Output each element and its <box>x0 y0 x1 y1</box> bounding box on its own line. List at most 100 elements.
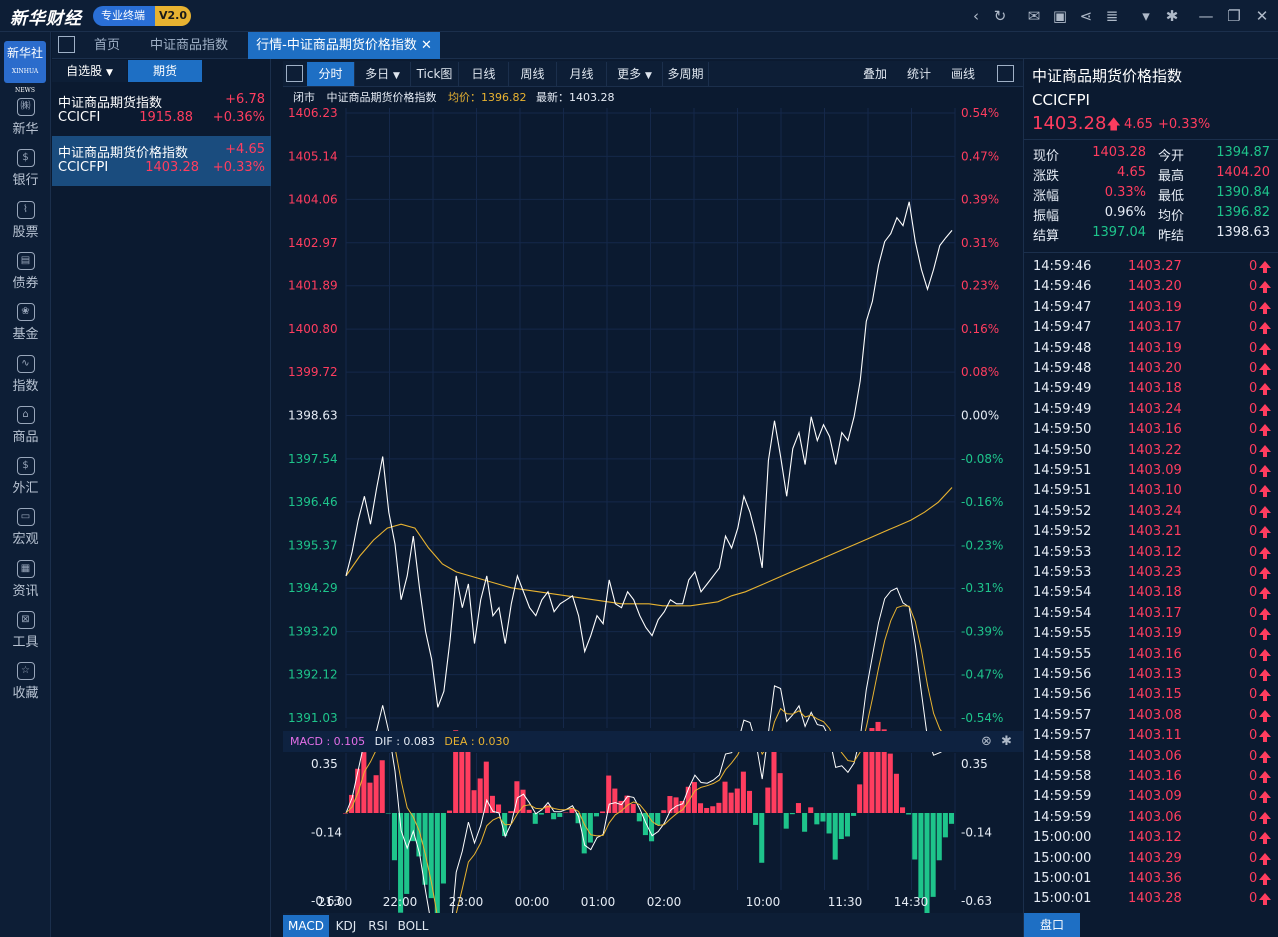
macd-bar <box>361 752 367 813</box>
tick-row: 14:59:49 1403.18 0 <box>1024 379 1278 399</box>
sidebar-item-3[interactable]: ▤ 债券 <box>0 246 51 296</box>
gear-icon[interactable]: ✱ <box>1162 6 1182 26</box>
close-tab-icon[interactable]: ✕ <box>421 38 432 53</box>
arrow-up-icon <box>1259 322 1271 335</box>
tick-row: 14:59:50 1403.22 0 <box>1024 441 1278 461</box>
x-tick-label: 21:00 <box>318 895 353 909</box>
minimize-icon[interactable]: — <box>1196 6 1216 26</box>
arrow-up-icon <box>1259 852 1271 865</box>
macd-bar <box>851 813 857 816</box>
btn-tick[interactable]: Tick图 <box>411 62 459 86</box>
restore-icon[interactable]: ❐ <box>1224 6 1244 26</box>
sidebar-item-9[interactable]: ▦ 资讯 <box>0 554 51 604</box>
quote-panel: 中证商品期货价格指数 CCICFPI 1403.28🡅 4.65 +0.33% … <box>1023 59 1278 937</box>
pct-tick-label: -0.54% <box>961 711 1003 725</box>
tab-kdj[interactable]: KDJ <box>331 915 361 937</box>
pct-tick-label: 0.16% <box>961 322 999 336</box>
y-tick-label: 1402.97 <box>288 236 338 250</box>
tab-home[interactable]: 首页 <box>84 32 130 59</box>
arrow-up-icon <box>1259 465 1271 477</box>
macd-bar <box>630 803 636 813</box>
macd-bar <box>587 813 593 843</box>
macd-bar <box>477 778 483 813</box>
btn-draw[interactable]: 画线 <box>941 62 985 86</box>
macd-bar <box>342 813 349 814</box>
back-icon[interactable]: ‹ <box>966 6 986 26</box>
btn-monthly[interactable]: 月线 <box>557 62 607 86</box>
y-tick-label: 1391.03 <box>288 711 338 725</box>
y-tick-label: 1401.89 <box>288 279 338 293</box>
shirt-icon[interactable]: ▾ <box>1136 6 1156 26</box>
tick-row: 14:59:48 1403.19 0 <box>1024 339 1278 359</box>
watch-item-selected[interactable]: 中证商品期货价格指数 +4.65 CCICFPI 1403.28 +0.33% <box>52 136 271 186</box>
panel-toggle-icon[interactable] <box>997 65 1014 82</box>
tab-macd[interactable]: MACD <box>283 915 329 937</box>
sidebar-toggle-icon[interactable] <box>286 65 303 82</box>
refresh-icon[interactable]: ↻ <box>990 6 1010 26</box>
quote-price: 1403.28🡅 <box>1032 113 1121 134</box>
close-circle-icon[interactable]: ⊗ <box>981 731 992 752</box>
tab-futures[interactable]: 期货 <box>128 60 202 82</box>
pct-tick-label: -0.39% <box>961 625 1003 639</box>
y-tick-label: 1405.14 <box>288 149 338 163</box>
btn-more[interactable]: 更多 ▼ <box>607 62 663 86</box>
tick-row: 14:59:47 1403.17 0 <box>1024 318 1278 338</box>
macd-bar <box>685 786 691 813</box>
y-tick-label: 1400.80 <box>288 322 338 336</box>
y-tick-label: 1396.46 <box>288 495 338 509</box>
sidebar-item-11[interactable]: ☆ 收藏 <box>0 656 51 706</box>
watch-item[interactable]: 中证商品期货指数 +6.78 CCICFI 1915.88 +0.36% <box>52 86 271 136</box>
macd-bar <box>765 787 771 813</box>
btn-overlay[interactable]: 叠加 <box>853 62 897 86</box>
nav-icon: ▭ <box>16 508 35 527</box>
sidebar-item-10[interactable]: ⊠ 工具 <box>0 605 51 655</box>
btn-multi-period[interactable]: 多周期 <box>663 62 709 86</box>
btn-multiday[interactable]: 多日 ▼ <box>355 62 411 86</box>
tick-row: 14:59:51 1403.10 0 <box>1024 481 1278 501</box>
sidebar-item-4[interactable]: ❀ 基金 <box>0 297 51 347</box>
tick-row: 14:59:59 1403.09 0 <box>1024 787 1278 807</box>
tab-self-selected[interactable]: 自选股 ▼ <box>52 60 127 82</box>
tick-row: 14:59:57 1403.08 0 <box>1024 706 1278 726</box>
intraday-chart[interactable]: 1406.23 0.54% 1405.14 0.47% 1404.06 0.39% 1402… <box>283 108 1023 913</box>
sidebar-item-0[interactable]: ㈱新华 <box>0 92 51 142</box>
macd-bar <box>838 813 844 840</box>
sidebar-item-8[interactable]: ▭ 宏观 <box>0 502 51 552</box>
arrow-up-icon: 🡅 <box>1106 117 1121 133</box>
btn-stats[interactable]: 统计 <box>897 62 941 86</box>
mail-icon[interactable]: ✉ <box>1024 6 1044 26</box>
message-icon[interactable]: ▣ <box>1050 6 1070 26</box>
macd-bar <box>795 803 801 813</box>
tick-row: 14:59:50 1403.16 0 <box>1024 420 1278 440</box>
arrow-up-icon <box>1259 648 1271 661</box>
btn-intraday[interactable]: 分时 <box>307 62 355 86</box>
tab-quote[interactable]: 行情-中证商品期货价格指数 ✕ <box>248 32 440 59</box>
btn-daily[interactable]: 日线 <box>459 62 509 86</box>
macd-bar <box>379 760 385 813</box>
tick-row: 14:59:53 1403.12 0 <box>1024 543 1278 563</box>
macd-tick-label-right: 0.35 <box>961 757 988 771</box>
arrow-up-icon <box>1259 444 1271 457</box>
nav-icon: ⌂ <box>16 405 35 424</box>
tab-boll[interactable]: BOLL <box>395 915 431 937</box>
sidebar-item-5[interactable]: ∿ 指数 <box>0 349 51 399</box>
tick-row: 14:59:49 1403.24 0 <box>1024 400 1278 420</box>
close-icon[interactable]: ✕ <box>1252 6 1272 26</box>
sidebar-item-6[interactable]: ⌂ 商品 <box>0 400 51 450</box>
sidebar-item-7[interactable]: $ 外汇 <box>0 451 51 501</box>
arrow-up-icon <box>1259 709 1271 722</box>
sidebar-item-2[interactable]: ⌇ 股票 <box>0 195 51 245</box>
tab-rsi[interactable]: RSI <box>363 915 393 937</box>
notes-icon[interactable]: ≣ <box>1102 6 1122 26</box>
tab-commodity-index[interactable]: 中证商品指数 <box>136 32 242 59</box>
sidebar-item-1[interactable]: $ 银行 <box>0 143 51 193</box>
share-icon[interactable]: ⋖ <box>1076 6 1096 26</box>
arrow-up-icon <box>1259 628 1271 641</box>
y-tick-label: 1394.29 <box>288 581 338 595</box>
arrow-up-icon <box>1259 546 1271 559</box>
panel-toggle-icon[interactable] <box>58 36 75 53</box>
btn-weekly[interactable]: 周线 <box>509 62 557 86</box>
nav-icon: ∿ <box>16 354 35 373</box>
tab-orderbook[interactable]: 盘口 <box>1024 913 1080 937</box>
gear-icon[interactable]: ✱ <box>1001 731 1012 752</box>
